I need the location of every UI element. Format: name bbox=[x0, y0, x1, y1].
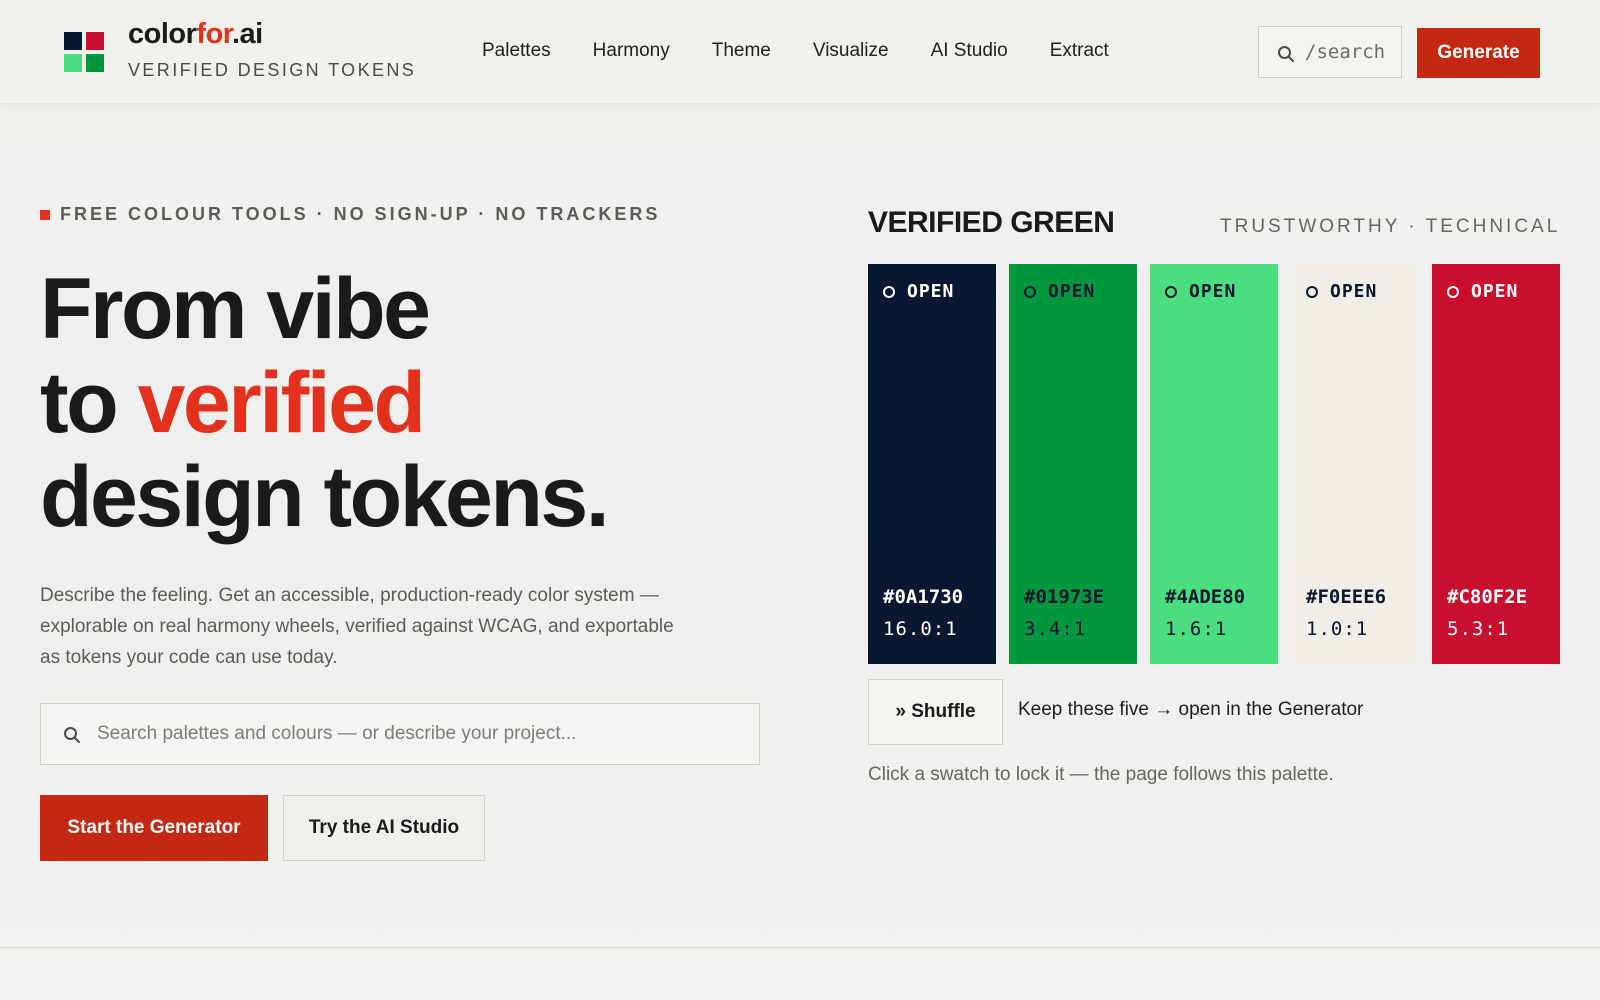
palette-title: VERIFIED GREEN bbox=[868, 206, 1115, 239]
swatch-4[interactable]: OPEN #F0EEE6 1.0:1 bbox=[1291, 264, 1419, 664]
header-search-hint: /search bbox=[1305, 41, 1386, 63]
headline-line-2-prefix: to bbox=[40, 355, 138, 451]
brand-part-ai: .ai bbox=[231, 18, 263, 50]
nav-theme[interactable]: Theme bbox=[712, 40, 771, 62]
swatch-lock-label: OPEN bbox=[1048, 281, 1096, 302]
swatch-lock-toggle[interactable]: OPEN bbox=[1165, 281, 1236, 302]
hero-eyebrow: FREE COLOUR TOOLS · NO SIGN-UP · NO TRAC… bbox=[40, 204, 660, 225]
swatch-3[interactable]: OPEN #4ADE80 1.6:1 bbox=[1150, 264, 1278, 664]
nav-palettes[interactable]: Palettes bbox=[482, 40, 551, 62]
hero-headline: From vibe to verified design tokens. bbox=[40, 261, 610, 545]
swatch-lock-label: OPEN bbox=[1189, 281, 1237, 302]
section-divider bbox=[0, 947, 1600, 948]
swatch-hex: #C80F2E bbox=[1447, 586, 1528, 608]
swatch-contrast-ratio: 1.0:1 bbox=[1306, 618, 1369, 640]
shuffle-button[interactable]: » Shuffle bbox=[868, 679, 1003, 745]
logo-icon[interactable] bbox=[64, 32, 104, 72]
main-nav: Palettes Harmony Theme Visualize AI Stud… bbox=[482, 40, 1151, 62]
logo-square-red bbox=[86, 32, 104, 50]
swatch-hex: #4ADE80 bbox=[1165, 586, 1246, 608]
swatch-1[interactable]: OPEN #0A1730 16.0:1 bbox=[868, 264, 996, 664]
brand-subtitle: VERIFIED DESIGN TOKENS bbox=[128, 60, 417, 80]
brand-part-for: for bbox=[196, 18, 232, 50]
logo-square-navy bbox=[64, 32, 82, 50]
nav-extract[interactable]: Extract bbox=[1050, 40, 1109, 62]
headline-accent-word: verified bbox=[137, 355, 426, 451]
swatch-lock-label: OPEN bbox=[907, 281, 955, 302]
swatch-lock-label: OPEN bbox=[1330, 281, 1378, 302]
swatch-contrast-ratio: 5.3:1 bbox=[1447, 618, 1510, 640]
unlocked-ring-icon bbox=[1024, 285, 1036, 298]
nav-visualize[interactable]: Visualize bbox=[813, 40, 889, 62]
logo-square-light-green bbox=[64, 54, 82, 72]
nav-harmony[interactable]: Harmony bbox=[593, 40, 670, 62]
headline-line-1: From vibe bbox=[40, 261, 431, 357]
unlocked-ring-icon bbox=[883, 285, 895, 298]
palette-tags: TRUSTWORTHY · TECHNICAL bbox=[1220, 216, 1561, 237]
palette-hint: Click a swatch to lock it — the page fol… bbox=[868, 764, 1334, 785]
swatch-lock-toggle[interactable]: OPEN bbox=[1306, 281, 1377, 302]
nav-ai-studio[interactable]: AI Studio bbox=[931, 40, 1008, 62]
swatch-contrast-ratio: 16.0:1 bbox=[883, 618, 958, 640]
swatch-lock-toggle[interactable]: OPEN bbox=[1024, 281, 1095, 302]
search-icon bbox=[1278, 46, 1294, 62]
swatch-hex: #F0EEE6 bbox=[1306, 586, 1387, 608]
brand-part-color: color bbox=[128, 18, 197, 50]
swatch-hex: #0A1730 bbox=[883, 586, 964, 608]
swatch-2[interactable]: OPEN #01973E 3.4:1 bbox=[1009, 264, 1137, 664]
swatch-lock-label: OPEN bbox=[1471, 281, 1519, 302]
header-search-button[interactable]: /search bbox=[1258, 26, 1402, 78]
hero-search-placeholder: Search palettes and colours — or describ… bbox=[97, 723, 577, 744]
palette-swatches: OPEN #0A1730 16.0:1 OPEN #01973E 3.4:1 O… bbox=[868, 264, 1561, 664]
unlocked-ring-icon bbox=[1306, 285, 1318, 298]
eyebrow-text: FREE COLOUR TOOLS · NO SIGN-UP · NO TRAC… bbox=[60, 204, 661, 224]
swatch-hex: #01973E bbox=[1024, 586, 1105, 608]
eyebrow-square-icon bbox=[40, 209, 50, 220]
search-icon bbox=[64, 727, 80, 743]
generate-button[interactable]: Generate bbox=[1417, 28, 1540, 78]
swatch-contrast-ratio: 3.4:1 bbox=[1024, 618, 1087, 640]
top-nav-bar: colorfor.ai VERIFIED DESIGN TOKENS Palet… bbox=[0, 0, 1600, 104]
swatch-lock-toggle[interactable]: OPEN bbox=[1447, 281, 1518, 302]
open-in-generator-link[interactable]: Keep these five → open in the Generator bbox=[1018, 699, 1363, 721]
hero-lead-paragraph: Describe the feeling. Get an accessible,… bbox=[40, 585, 674, 668]
swatch-contrast-ratio: 1.6:1 bbox=[1165, 618, 1228, 640]
swatch-lock-toggle[interactable]: OPEN bbox=[883, 281, 954, 302]
logo-square-green bbox=[86, 54, 104, 72]
start-generator-button[interactable]: Start the Generator bbox=[40, 795, 268, 861]
unlocked-ring-icon bbox=[1165, 285, 1177, 298]
unlocked-ring-icon bbox=[1447, 285, 1459, 298]
hero-search-input[interactable]: Search palettes and colours — or describ… bbox=[40, 703, 760, 765]
brand-wordmark[interactable]: colorfor.ai bbox=[128, 18, 263, 51]
try-ai-studio-button[interactable]: Try the AI Studio bbox=[283, 795, 485, 861]
swatch-5[interactable]: OPEN #C80F2E 5.3:1 bbox=[1432, 264, 1560, 664]
headline-line-3: design tokens. bbox=[40, 449, 610, 545]
